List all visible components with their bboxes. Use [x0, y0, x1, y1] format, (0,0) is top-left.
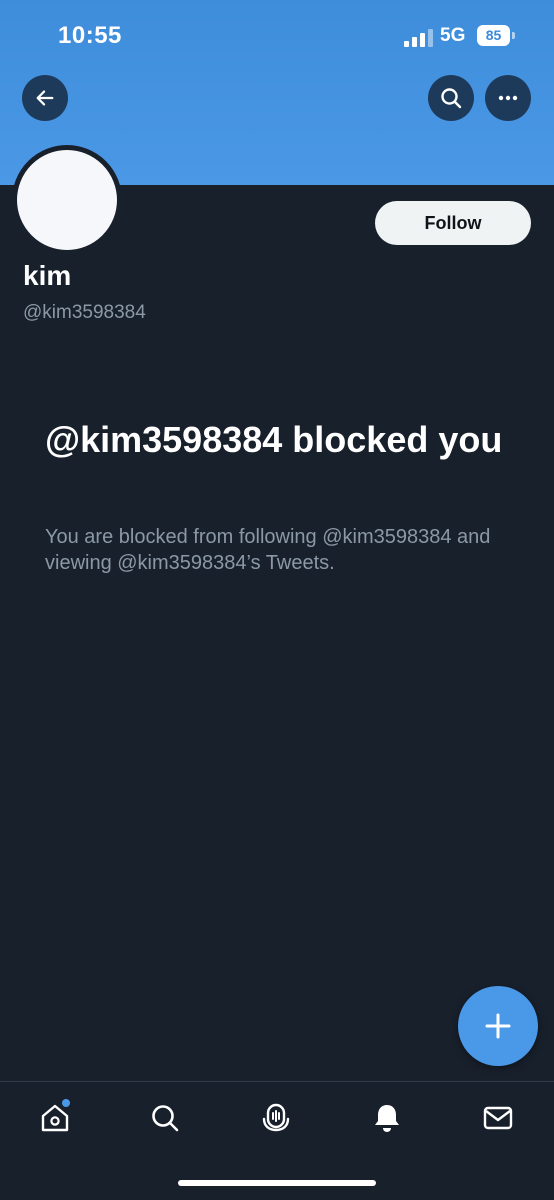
search-icon — [441, 88, 462, 109]
battery-icon: 85 — [477, 25, 517, 47]
arrow-left-icon — [36, 90, 54, 106]
blocked-description: You are blocked from following @kim35983… — [45, 526, 491, 574]
search-icon — [152, 1105, 179, 1132]
more-horizontal-icon — [498, 95, 518, 101]
more-options-button[interactable] — [485, 75, 531, 121]
nav-home[interactable] — [35, 1098, 75, 1138]
bell-icon — [375, 1105, 399, 1132]
mail-icon — [483, 1106, 513, 1130]
signal-icon — [404, 29, 433, 47]
blocked-title: @kim3598384 blocked you — [45, 419, 503, 460]
search-button[interactable] — [428, 75, 474, 121]
user-handle: @kim3598384 — [23, 302, 146, 323]
avatar[interactable] — [12, 145, 122, 255]
home-indicator — [178, 1180, 376, 1186]
nav-notifications[interactable] — [367, 1098, 407, 1138]
nav-spaces[interactable] — [256, 1098, 296, 1138]
nav-messages[interactable] — [478, 1098, 518, 1138]
display-name: kim — [23, 260, 72, 291]
plus-icon — [485, 1013, 511, 1039]
back-button[interactable] — [22, 75, 68, 121]
profile-screen: 10:55 5G 85 Follow kim @kim3598384 @kim3… — [0, 0, 554, 1200]
spaces-icon — [262, 1103, 290, 1132]
status-time: 10:55 — [58, 22, 122, 49]
battery-level: 85 — [485, 27, 502, 43]
follow-button[interactable]: Follow — [375, 201, 531, 245]
compose-tweet-button[interactable] — [458, 986, 538, 1066]
home-notification-dot — [62, 1099, 70, 1107]
network-type: 5G — [440, 25, 466, 46]
nav-search[interactable] — [145, 1098, 185, 1138]
